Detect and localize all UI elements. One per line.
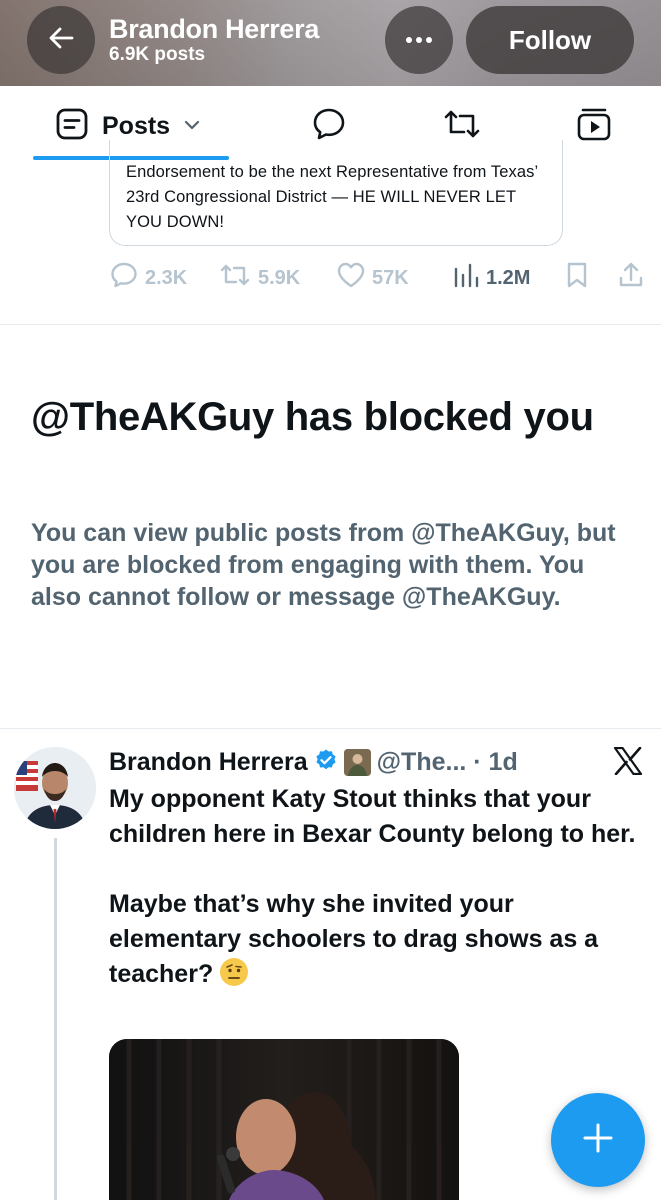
reply-count: 2.3K [145, 266, 188, 289]
post-divider [0, 324, 661, 325]
bookmark-action[interactable] [565, 261, 595, 295]
tab-videos[interactable] [576, 106, 612, 147]
repost-count: 5.9K [258, 266, 301, 289]
section-divider [0, 728, 661, 729]
arrow-left-icon [48, 26, 74, 55]
blocked-notice-description: You can view public posts from @TheAKGuy… [31, 519, 616, 611]
avatar[interactable] [14, 747, 96, 829]
tweet-media-video[interactable] [109, 1039, 459, 1200]
back-button[interactable] [27, 6, 95, 74]
more-options-button[interactable] [385, 6, 453, 74]
video-icon [576, 108, 612, 146]
tweet-text: My opponent Katy Stout thinks that your … [109, 782, 649, 992]
views-action[interactable]: 1.2M [452, 261, 530, 295]
tweet-paragraph-2: Maybe that’s why she invited your elemen… [109, 887, 649, 992]
plus-icon [581, 1121, 615, 1160]
tweet-author-name[interactable]: Brandon Herrera [109, 748, 308, 777]
views-chart-icon [452, 261, 486, 295]
tweet-paragraph-1: My opponent Katy Stout thinks that your … [109, 785, 636, 848]
tweet-paragraph-2-text: Maybe that’s why she invited your elemen… [109, 890, 599, 988]
reply-icon [109, 261, 145, 295]
quoted-post-text: Endorsement to be the next Representativ… [126, 163, 538, 231]
verified-badge-icon [314, 748, 338, 777]
header-profile-name: Brandon Herrera [109, 14, 320, 44]
repost-action[interactable]: 5.9K [218, 261, 300, 295]
x-logo-icon [613, 746, 643, 780]
raised-eyebrow-emoji-icon [220, 958, 249, 986]
compose-post-button[interactable] [551, 1093, 645, 1187]
posts-feed-icon [56, 108, 88, 145]
reply-action[interactable]: 2.3K [109, 261, 187, 295]
view-count: 1.2M [486, 266, 531, 289]
like-count: 57K [372, 266, 409, 289]
blocked-notice-title: @TheAKGuy has blocked you [31, 395, 594, 439]
share-icon [617, 261, 651, 295]
thread-line [54, 838, 57, 1200]
heart-icon [336, 261, 372, 295]
tab-posts-label: Posts [102, 111, 171, 140]
header-post-count: 6.9K posts [109, 44, 206, 65]
share-action[interactable] [617, 261, 651, 295]
like-action[interactable]: 57K [336, 261, 409, 295]
chevron-down-icon [184, 117, 200, 135]
follow-button[interactable]: Follow [466, 6, 634, 74]
more-dots-icon [405, 31, 433, 49]
affiliate-badge-icon [343, 748, 371, 776]
tweet-header: Brandon Herrera @The... · 1d [109, 745, 518, 779]
tweet-handle-time: @The... · 1d [376, 747, 518, 776]
tab-posts[interactable]: Posts [56, 108, 200, 145]
bookmark-icon [565, 261, 595, 295]
repost-icon [218, 261, 258, 295]
